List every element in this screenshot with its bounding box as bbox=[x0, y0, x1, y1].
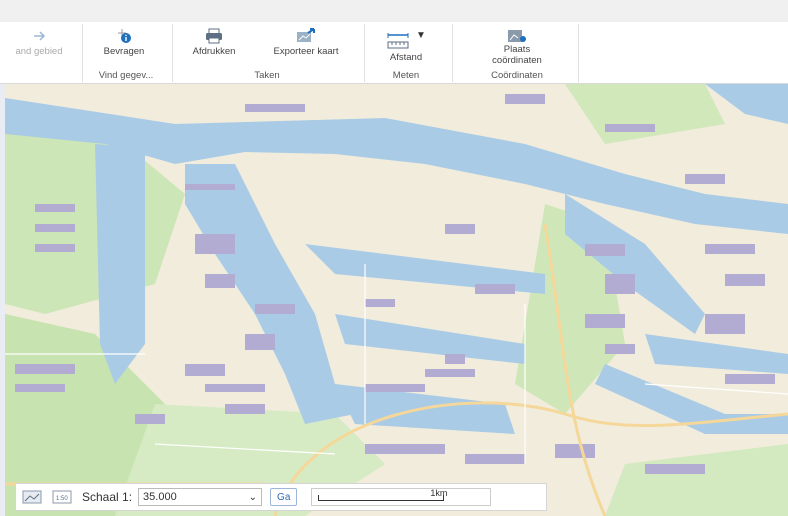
print-button[interactable]: Afdrukken bbox=[178, 22, 250, 66]
scale-ratio-icon[interactable]: 1:50 bbox=[52, 489, 72, 505]
query-button[interactable]: Bevragen bbox=[88, 22, 160, 66]
export-map-button[interactable]: Exporteer kaart bbox=[256, 22, 356, 66]
go-button[interactable]: Ga bbox=[270, 488, 298, 506]
zoom-area-label: and gebied bbox=[15, 46, 63, 57]
scale-bar-panel: 1:50 Schaal 1: 35.000 ⌄ Ga 1km bbox=[15, 483, 547, 511]
place-coordinates-label: Plaats coördinaten bbox=[492, 44, 542, 66]
group-label-coordinates: Coördinaten bbox=[491, 70, 543, 81]
group-label-measure: Meten bbox=[392, 70, 420, 81]
group-separator bbox=[172, 24, 173, 82]
map-canvas[interactable] bbox=[5, 84, 788, 516]
map-scale-icon[interactable] bbox=[22, 489, 42, 505]
group-separator bbox=[364, 24, 365, 82]
place-coordinates-button[interactable]: Plaats coördinaten bbox=[470, 22, 564, 66]
distance-button[interactable]: ▼ Afstand bbox=[368, 22, 444, 66]
query-label: Bevragen bbox=[103, 46, 145, 57]
distance-label: Afstand bbox=[389, 52, 423, 63]
ribbon-toolbar: and gebied Bevragen Vind gegev... Afdruk… bbox=[0, 22, 788, 84]
group-separator bbox=[452, 24, 453, 82]
group-separator bbox=[82, 24, 83, 82]
scale-label: Schaal 1: bbox=[82, 490, 133, 504]
printer-icon bbox=[206, 28, 222, 44]
group-separator bbox=[578, 24, 579, 82]
scale-select[interactable]: 35.000 ⌄ bbox=[138, 488, 263, 506]
zoom-area-tool[interactable]: and gebied bbox=[0, 22, 78, 66]
chevron-down-icon: ⌄ bbox=[248, 491, 258, 503]
group-label-tasks: Taken bbox=[254, 70, 280, 81]
svg-text:1:50: 1:50 bbox=[56, 496, 68, 502]
zoom-area-icon bbox=[34, 31, 46, 41]
ruler-measure-icon bbox=[387, 33, 409, 49]
title-strip bbox=[0, 0, 788, 22]
scale-ruler-line bbox=[318, 500, 444, 501]
export-map-icon bbox=[297, 28, 315, 42]
scale-ruler-label: 1km bbox=[430, 488, 448, 498]
export-map-label: Exporteer kaart bbox=[273, 46, 339, 57]
print-label: Afdrukken bbox=[192, 46, 236, 57]
group-label-find: Vind gegev... bbox=[98, 70, 154, 81]
scale-ruler-tick bbox=[318, 495, 320, 501]
scale-value: 35.000 bbox=[143, 491, 177, 503]
scale-ruler: 1km bbox=[311, 488, 492, 506]
map-tiles bbox=[5, 84, 788, 516]
place-coordinates-icon bbox=[508, 30, 526, 42]
chevron-down-icon[interactable]: ▼ bbox=[416, 30, 426, 41]
info-icon bbox=[118, 29, 131, 43]
scale-ruler-tick bbox=[443, 495, 445, 501]
